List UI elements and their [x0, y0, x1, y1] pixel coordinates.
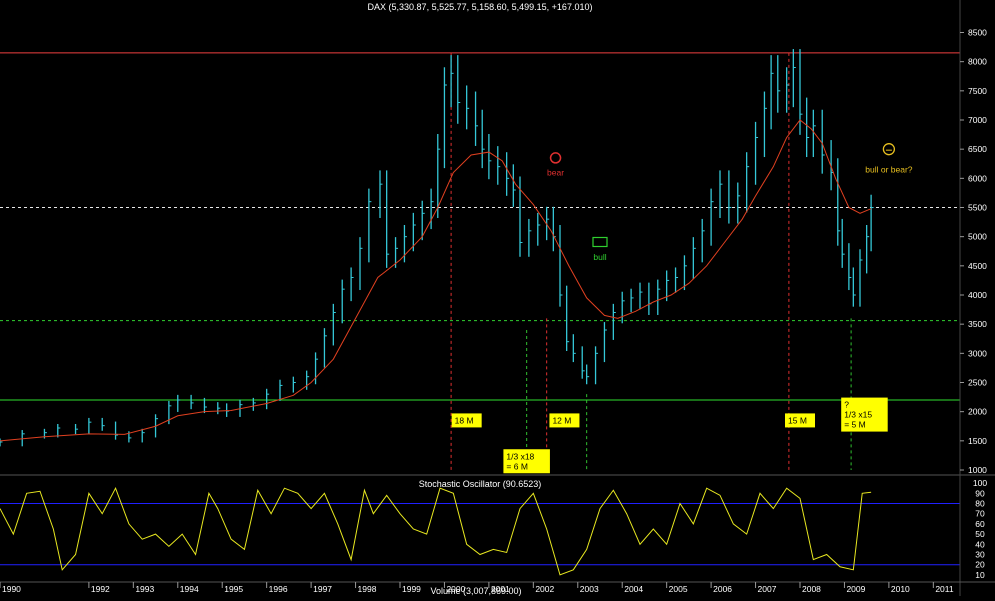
y-tick-label: 1500: [968, 436, 987, 446]
annotation-text: bull or bear?: [865, 165, 913, 175]
osc-tick-label: 70: [975, 509, 985, 519]
oscillator-title: Stochastic Oscillator (90.6523): [419, 479, 542, 489]
y-tick-label: 8500: [968, 28, 987, 38]
annotation-label: ?: [844, 400, 849, 410]
annotation-label: 1/3 x18: [506, 451, 534, 461]
osc-tick-label: 80: [975, 499, 985, 509]
x-tick-label: 1999: [402, 584, 421, 594]
x-tick-label: 1992: [91, 584, 110, 594]
y-tick-label: 1000: [968, 465, 987, 475]
osc-tick-label: 100: [973, 478, 987, 488]
x-tick-label: 2005: [669, 584, 688, 594]
y-tick-label: 3500: [968, 319, 987, 329]
osc-tick-label: 10: [975, 570, 985, 580]
x-tick-label: 1993: [135, 584, 154, 594]
x-tick-label: 2006: [713, 584, 732, 594]
x-tick-label: 1998: [358, 584, 377, 594]
y-tick-label: 5000: [968, 232, 987, 242]
x-tick-label: 2010: [891, 584, 910, 594]
osc-tick-label: 60: [975, 519, 985, 529]
x-tick-label: 2011: [935, 584, 954, 594]
x-tick-label: 2004: [624, 584, 643, 594]
y-tick-label: 6000: [968, 173, 987, 183]
x-tick-label: 1997: [313, 584, 332, 594]
y-tick-label: 2000: [968, 407, 987, 417]
x-tick-label: 2007: [758, 584, 777, 594]
x-tick-label: 1995: [224, 584, 243, 594]
x-tick-label: 1996: [269, 584, 288, 594]
y-tick-label: 7000: [968, 115, 987, 125]
annotation-label: 12 M: [552, 415, 571, 425]
x-tick-label: 2009: [846, 584, 865, 594]
x-tick-label: 2003: [580, 584, 599, 594]
osc-tick-label: 90: [975, 488, 985, 498]
price-chart-title: DAX (5,330.87, 5,525.77, 5,158.60, 5,499…: [368, 2, 593, 12]
x-tick-label: 1990: [2, 584, 21, 594]
annotation-label: 15 M: [788, 415, 807, 425]
annotation-label: 1/3 x15: [844, 410, 872, 420]
x-tick-label: 2008: [802, 584, 821, 594]
osc-tick-label: 30: [975, 550, 985, 560]
volume-readout: Volume (3,007,869.00): [430, 586, 521, 596]
y-tick-label: 7500: [968, 86, 987, 96]
y-tick-label: 6500: [968, 144, 987, 154]
x-tick-label: 2002: [535, 584, 554, 594]
annotation-label: = 5 M: [844, 420, 866, 430]
osc-tick-label: 50: [975, 529, 985, 539]
annotation-label: = 6 M: [506, 461, 527, 471]
y-tick-label: 4500: [968, 261, 987, 271]
osc-tick-label: 40: [975, 539, 985, 549]
y-tick-label: 4000: [968, 290, 987, 300]
y-tick-label: 8000: [968, 57, 987, 67]
x-tick-label: 1994: [180, 584, 199, 594]
y-tick-label: 5500: [968, 203, 987, 213]
annotation-label: 18 M: [455, 415, 474, 425]
annotation-text: bear: [547, 167, 564, 177]
chart-window: 18 M 1/3 x18 = 6 M 12 M 15 M? 1/3 x15 = 5 M bea…: [0, 0, 995, 596]
osc-tick-label: 20: [975, 560, 985, 570]
annotation-text: bull: [593, 252, 606, 262]
y-tick-label: 3000: [968, 348, 987, 358]
y-tick-label: 2500: [968, 378, 987, 388]
dax-chart: 18 M 1/3 x18= 6 M 12 M 15 M?1/3 x15= 5 M bea…: [0, 0, 995, 596]
